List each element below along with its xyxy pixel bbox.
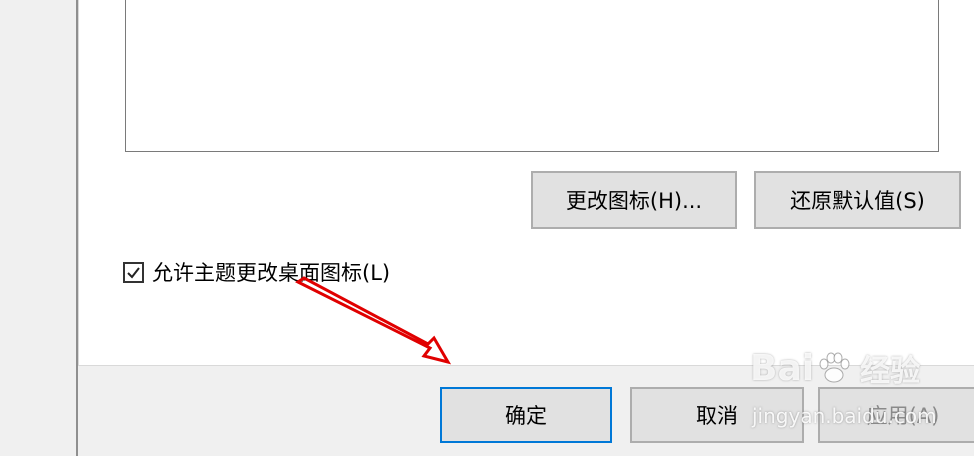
tab-page: 更改图标(H)... 还原默认值(S) 允许主题更改桌面图标(L)	[78, 0, 974, 366]
watermark-logo-left: Bai	[750, 347, 815, 389]
watermark-logo: Bai 经验	[750, 346, 920, 390]
ok-button[interactable]: 确定	[440, 387, 612, 443]
desktop-icon-list[interactable]	[125, 0, 939, 152]
watermark-logo-right: 经验	[860, 354, 921, 389]
baidu-jingyan-watermark: Bai 经验 jingyan.baidu.com	[750, 346, 974, 436]
watermark-url: jingyan.baidu.com	[752, 404, 937, 428]
allow-theme-change-icons-checkbox[interactable]	[123, 261, 144, 283]
checkmark-icon	[127, 266, 140, 279]
paw-icon	[819, 352, 850, 383]
restore-default-button[interactable]: 还原默认值(S)	[754, 171, 961, 229]
change-icon-button[interactable]: 更改图标(H)...	[531, 171, 737, 229]
red-annotation-arrow-icon	[295, 276, 452, 365]
background-window	[0, 0, 76, 456]
